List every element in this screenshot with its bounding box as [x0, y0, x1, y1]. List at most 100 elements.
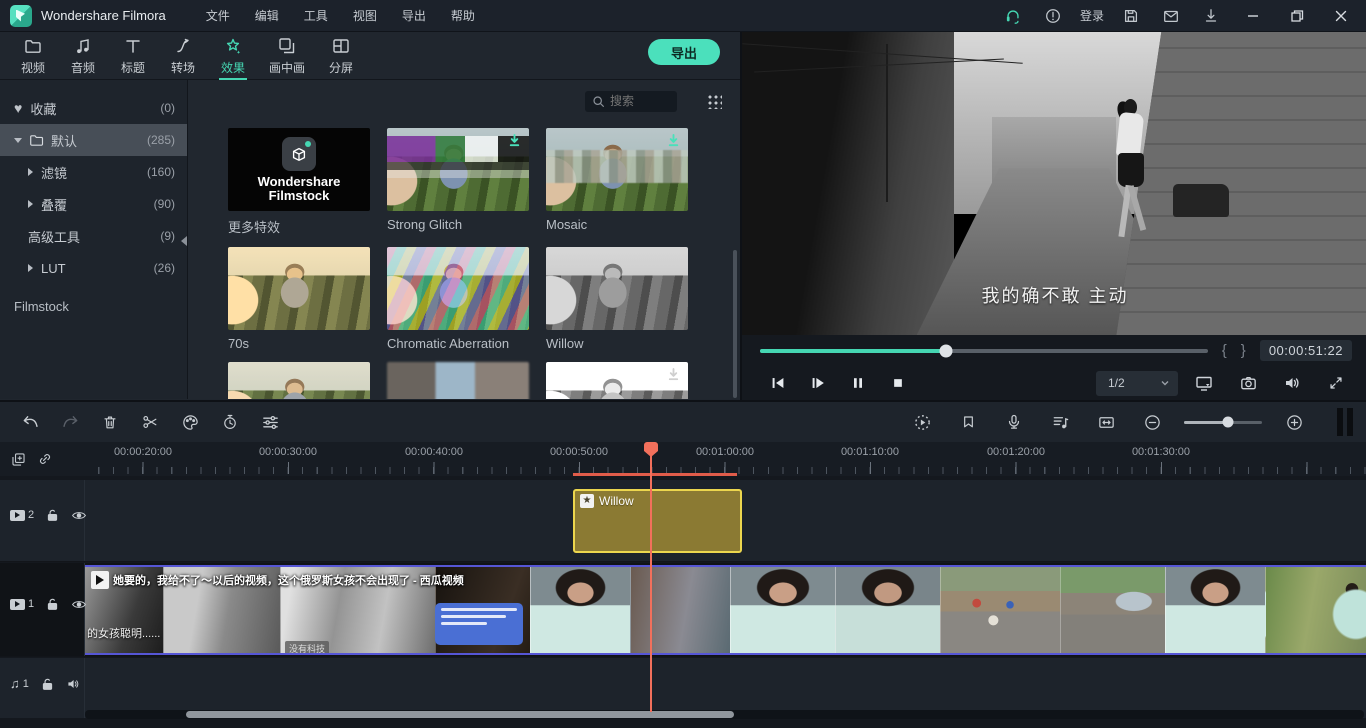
- search-input[interactable]: [585, 91, 677, 112]
- undo-icon[interactable]: [10, 407, 50, 437]
- eye-icon[interactable]: [71, 509, 87, 522]
- effects-scrollbar[interactable]: [733, 250, 737, 398]
- audio-mixer-icon[interactable]: [1040, 407, 1080, 437]
- tab-audio[interactable]: 音频: [58, 32, 108, 80]
- clip-play-icon: [91, 571, 109, 589]
- clip-thumbnail: [940, 567, 1060, 653]
- effect-thumbnail: [387, 362, 529, 399]
- seek-thumb[interactable]: [939, 344, 952, 357]
- seek-progress: [760, 349, 946, 353]
- close-button[interactable]: [1324, 3, 1358, 29]
- effect-card-chromatic-aberration[interactable]: Chromatic Aberration: [387, 247, 529, 351]
- tab-effects[interactable]: 效果: [208, 32, 258, 80]
- menu-edit[interactable]: 编辑: [249, 3, 285, 28]
- sidebar-item-filmstock[interactable]: Filmstock: [0, 290, 187, 322]
- lock-icon[interactable]: [41, 677, 54, 691]
- speed-clock-icon[interactable]: [210, 407, 250, 437]
- clip-thumbnail: [1060, 567, 1165, 653]
- playhead-line[interactable]: [650, 448, 652, 712]
- sidebar-item-default[interactable]: 默认 (285): [0, 124, 187, 156]
- effect-card-filmstock[interactable]: WondershareFilmstock 更多特效: [228, 128, 370, 236]
- effect-star-icon: ★: [580, 494, 594, 508]
- speaker-icon[interactable]: [66, 677, 82, 691]
- login-button[interactable]: 登录: [1078, 7, 1106, 24]
- effect-thumbnail: [546, 247, 688, 330]
- marker-icon[interactable]: [948, 407, 988, 437]
- video-track-2[interactable]: 2 ★ Willow: [0, 480, 1366, 562]
- clip-thumbnail: [1265, 567, 1366, 653]
- tab-video[interactable]: 视频: [8, 32, 58, 80]
- sidebar-item-lut[interactable]: LUT (26): [0, 252, 187, 284]
- tab-pip[interactable]: 画中画: [258, 32, 316, 80]
- lock-icon[interactable]: [46, 508, 59, 522]
- sidebar-item-overlays[interactable]: 叠覆 (90): [0, 188, 187, 220]
- download-effect-icon[interactable]: [666, 133, 681, 148]
- sidebar-item-advanced-tools[interactable]: 高级工具 (9): [0, 220, 187, 252]
- zoom-in-icon[interactable]: [1274, 407, 1314, 437]
- menu-view[interactable]: 视图: [347, 3, 383, 28]
- download-icon[interactable]: [1196, 4, 1226, 28]
- effects-sidebar: ♥ 收藏 (0) 默认 (285) 滤镜 (160) 叠覆 (90) 高: [0, 80, 188, 399]
- export-button[interactable]: 导出: [648, 39, 720, 65]
- sidebar-item-label: 高级工具: [28, 227, 80, 246]
- timeline-pane-handle: [1334, 406, 1356, 438]
- timeline-ruler[interactable]: 00:00:20:00 00:00:30:00 00:00:40:00 00:0…: [85, 442, 1366, 476]
- auto-ripple-link-icon[interactable]: [37, 451, 53, 467]
- save-icon[interactable]: [1116, 4, 1146, 28]
- tab-titles[interactable]: 标题: [108, 32, 158, 80]
- voiceover-mic-icon[interactable]: [994, 407, 1034, 437]
- caret-right-icon: [28, 200, 33, 208]
- sidebar-item-favorites[interactable]: ♥ 收藏 (0): [0, 92, 187, 124]
- willow-effect-clip[interactable]: ★ Willow: [573, 489, 742, 553]
- effect-card-partial[interactable]: [546, 362, 688, 399]
- render-preview-icon[interactable]: [902, 407, 942, 437]
- sidebar-collapse-handle[interactable]: [181, 228, 188, 254]
- redo-icon[interactable]: [50, 407, 90, 437]
- effect-card-partial[interactable]: [387, 362, 529, 399]
- grid-view-icon[interactable]: [707, 94, 722, 109]
- video-track-1[interactable]: 她要的，我给不了～以后的视频，这个俄罗斯女孩不会出现了 - 西瓜视频 的女孩聪明…: [0, 563, 1366, 657]
- tab-transitions[interactable]: 转场: [158, 32, 208, 80]
- tab-split-screen[interactable]: 分屏: [316, 32, 366, 80]
- minimize-button[interactable]: [1236, 3, 1270, 29]
- sidebar-item-filters[interactable]: 滤镜 (160): [0, 156, 187, 188]
- effect-card-willow[interactable]: Willow: [546, 247, 688, 351]
- scrollbar-thumb[interactable]: [186, 711, 734, 718]
- clip-thumbnail: [835, 567, 940, 653]
- seek-bar[interactable]: [760, 349, 1208, 353]
- mail-icon[interactable]: [1156, 4, 1186, 28]
- timeline-zoom-slider[interactable]: [1184, 421, 1262, 424]
- video-subtitle: 我的确不敢 主动: [742, 282, 1366, 382]
- app-title: Wondershare Filmora: [41, 8, 166, 23]
- menu-export[interactable]: 导出: [396, 3, 432, 28]
- effect-card-70s[interactable]: 70s: [228, 247, 370, 351]
- timeline-ruler-header: [0, 442, 85, 476]
- effect-card-partial[interactable]: [228, 362, 370, 399]
- sidebar-item-label: LUT: [41, 261, 66, 276]
- effects-grid-panel: WondershareFilmstock 更多特效 Strong Glitch: [188, 80, 740, 399]
- download-effect-icon[interactable]: [666, 367, 681, 382]
- effect-card-mosaic[interactable]: Mosaic: [546, 128, 688, 236]
- download-effect-icon[interactable]: [507, 133, 522, 148]
- menu-tools[interactable]: 工具: [298, 3, 334, 28]
- zoom-slider-thumb[interactable]: [1223, 417, 1234, 428]
- delete-icon[interactable]: [90, 407, 130, 437]
- restore-button[interactable]: [1280, 3, 1314, 29]
- search-field[interactable]: [610, 94, 668, 108]
- menu-help[interactable]: 帮助: [445, 3, 481, 28]
- adjust-sliders-icon[interactable]: [250, 407, 290, 437]
- effect-card-strong-glitch[interactable]: Strong Glitch: [387, 128, 529, 236]
- eye-icon[interactable]: [71, 598, 87, 611]
- lock-icon[interactable]: [46, 597, 59, 611]
- color-palette-icon[interactable]: [170, 407, 210, 437]
- zoom-out-icon[interactable]: [1132, 407, 1172, 437]
- timeline-horizontal-scrollbar[interactable]: [85, 710, 1364, 719]
- manage-tracks-icon[interactable]: [10, 451, 27, 468]
- fit-timeline-icon[interactable]: [1086, 407, 1126, 437]
- audio-track-1[interactable]: ♫1: [0, 658, 1366, 718]
- video-clip[interactable]: 她要的，我给不了～以后的视频，这个俄罗斯女孩不会出现了 - 西瓜视频 的女孩聪明…: [85, 565, 1366, 655]
- split-scissors-icon[interactable]: [130, 407, 170, 437]
- info-icon[interactable]: [1038, 4, 1068, 28]
- support-headset-icon[interactable]: [998, 4, 1028, 28]
- menu-file[interactable]: 文件: [200, 3, 236, 28]
